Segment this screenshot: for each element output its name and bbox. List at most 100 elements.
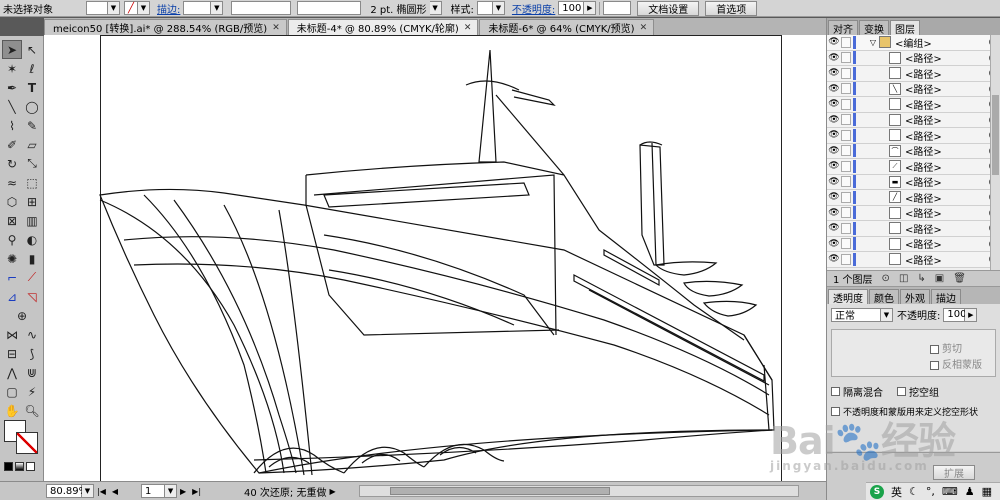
eye-icon[interactable]: 👁︎: [827, 208, 841, 218]
fill-color-box[interactable]: [86, 1, 108, 15]
keyboard-icon[interactable]: ⌨: [942, 485, 958, 498]
eye-icon[interactable]: 👁︎: [827, 239, 841, 249]
first-page-icon[interactable]: |◀: [94, 487, 109, 496]
layer-name[interactable]: <路径>: [905, 128, 989, 143]
chevron-down-icon[interactable]: ▼: [138, 1, 150, 15]
layer-row-path[interactable]: 👁︎ <路径>: [827, 252, 1000, 268]
prev-page-icon[interactable]: ◀: [109, 487, 121, 496]
crosshair-icon[interactable]: ⊕: [2, 306, 42, 325]
tab-meicon50[interactable]: meicon50 [转换].ai* @ 288.54% (RGB/预览) ✕: [44, 19, 287, 35]
layer-name[interactable]: <路径>: [905, 112, 989, 127]
eye-icon[interactable]: 👁︎: [827, 115, 841, 125]
trash-icon[interactable]: 🗑︎: [953, 273, 966, 284]
style-swatch[interactable]: [476, 1, 493, 15]
new-sublayer-icon[interactable]: ↳: [917, 273, 925, 284]
opacity-link[interactable]: 不透明度:: [509, 1, 558, 16]
tab-appearance[interactable]: 外观: [900, 289, 930, 305]
gradient-mode-icon[interactable]: [15, 462, 24, 471]
isolate-blend-checkbox[interactable]: [831, 387, 840, 396]
tab-transparency[interactable]: 透明度: [828, 289, 868, 305]
percent-field[interactable]: [603, 1, 632, 15]
layer-row-path[interactable]: 👁︎ <路径>: [827, 236, 1000, 252]
layer-name[interactable]: <路径>: [905, 236, 989, 251]
ime-language[interactable]: 英: [891, 484, 902, 500]
layer-name[interactable]: <路径>: [905, 143, 989, 158]
preferences-button[interactable]: 首选项: [705, 0, 758, 16]
layer-name[interactable]: <路径>: [905, 50, 989, 65]
lock-toggle[interactable]: [841, 83, 851, 95]
zoom-tool-icon[interactable]: 🔍︎: [22, 401, 42, 420]
expand-triangle-icon[interactable]: ▽: [859, 38, 879, 47]
locate-object-icon[interactable]: ⊙: [882, 273, 890, 284]
eye-icon[interactable]: 👁︎: [827, 192, 841, 202]
moon-icon[interactable]: ☾: [909, 485, 919, 498]
lock-toggle[interactable]: [841, 67, 851, 79]
eraser-tool-icon[interactable]: ▱: [22, 135, 42, 154]
chevron-down-icon[interactable]: ▼: [429, 1, 442, 15]
tab-layers[interactable]: 图层: [890, 20, 920, 36]
hand-tool-icon[interactable]: ✋: [2, 401, 22, 420]
none-mode-icon[interactable]: [26, 462, 35, 471]
layer-row-path[interactable]: 👁︎ ▬ <路径>: [827, 174, 1000, 190]
layer-row-path[interactable]: 👁︎ <路径>: [827, 221, 1000, 237]
layer-row-path[interactable]: 👁︎ <路径>: [827, 66, 1000, 82]
blend-mode-select[interactable]: 正常: [831, 307, 881, 322]
layer-row-path[interactable]: 👁︎ <路径>: [827, 50, 1000, 66]
grid-icon[interactable]: ▦: [982, 485, 992, 498]
eyedropper-tool-icon[interactable]: ⚲: [2, 230, 22, 249]
chevron-down-icon[interactable]: ▼: [881, 307, 893, 322]
document-setup-button[interactable]: 文档设置: [637, 0, 700, 16]
zoom-level-field[interactable]: 80.89%: [46, 484, 88, 498]
opacity-input[interactable]: 100: [943, 307, 966, 322]
eye-icon[interactable]: 👁︎: [827, 130, 841, 140]
eye-icon[interactable]: 👁︎: [827, 84, 841, 94]
tab-align[interactable]: 对齐: [828, 20, 858, 36]
layer-name[interactable]: <路径>: [905, 252, 989, 267]
width-tool-icon[interactable]: ⋈: [2, 325, 22, 344]
tab-untitled-4[interactable]: 未标题-4* @ 80.89% (CMYK/轮廓) ✕: [287, 19, 479, 35]
eye-icon[interactable]: 👁︎: [827, 146, 841, 156]
eye-icon[interactable]: 👁︎: [827, 254, 841, 264]
last-page-icon[interactable]: ▶|: [189, 487, 204, 496]
layer-name[interactable]: <路径>: [905, 190, 989, 205]
lock-toggle[interactable]: [841, 176, 851, 188]
lock-toggle[interactable]: [841, 98, 851, 110]
status-menu-icon[interactable]: ▶: [326, 487, 338, 496]
invert-mask-checkbox[interactable]: [930, 360, 939, 370]
line-tool-icon[interactable]: ╲: [2, 97, 22, 116]
warp-tool-icon[interactable]: ≈: [2, 173, 22, 192]
stroke-weight-input[interactable]: [183, 1, 212, 15]
chevron-right-icon[interactable]: ▶: [584, 1, 597, 15]
layer-name[interactable]: <路径>: [905, 205, 989, 220]
knockout-group-checkbox[interactable]: [897, 387, 906, 396]
scale-tool-icon[interactable]: ⤡: [22, 154, 42, 173]
clipping-mask-icon[interactable]: ◫: [899, 273, 908, 284]
crystallize-tool-icon[interactable]: ⟆: [22, 344, 42, 363]
column-graph-tool-icon[interactable]: ▮: [22, 249, 42, 268]
layers-scrollbar[interactable]: [990, 35, 1000, 270]
lock-toggle[interactable]: [841, 129, 851, 141]
artboard-canvas[interactable]: [44, 35, 826, 481]
chevron-right-icon[interactable]: ▶: [965, 307, 978, 322]
layer-name[interactable]: <路径>: [905, 221, 989, 236]
lock-toggle[interactable]: [841, 207, 851, 219]
layer-row-path[interactable]: 👁︎ <路径>: [827, 97, 1000, 113]
brush-definition-select[interactable]: [297, 1, 362, 15]
live-paint-selection-icon[interactable]: ◹: [22, 287, 42, 306]
lock-toggle[interactable]: [841, 222, 851, 234]
eye-icon[interactable]: 👁︎: [827, 161, 841, 171]
lock-toggle[interactable]: [841, 253, 851, 265]
stroke-link[interactable]: 描边:: [154, 1, 183, 16]
user-icon[interactable]: ♟: [965, 485, 975, 498]
slice-tool-icon[interactable]: ⟋: [22, 268, 42, 287]
scallop-tool-icon[interactable]: ⋀: [2, 363, 22, 382]
mesh-tool-icon[interactable]: ⊠: [2, 211, 22, 230]
rectangle-tool-icon[interactable]: ▢: [2, 382, 22, 401]
scrollbar-thumb[interactable]: [992, 95, 999, 175]
invert-mask-option[interactable]: 反相蒙版: [930, 356, 982, 371]
scrollbar-thumb[interactable]: [389, 487, 610, 495]
layer-row-path[interactable]: 👁︎ ╱ <路径>: [827, 190, 1000, 206]
selection-tool-icon[interactable]: ➤: [2, 40, 22, 59]
layer-row-path[interactable]: 👁︎ ╲ <路径>: [827, 81, 1000, 97]
eye-icon[interactable]: 👁︎: [827, 53, 841, 63]
